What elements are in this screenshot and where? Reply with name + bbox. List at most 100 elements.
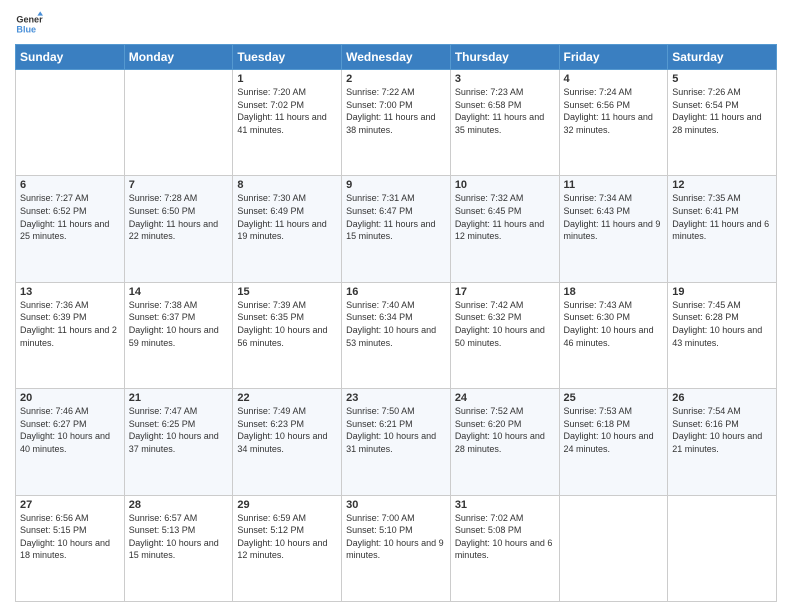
calendar-cell xyxy=(559,495,668,601)
calendar-cell: 29Sunrise: 6:59 AM Sunset: 5:12 PM Dayli… xyxy=(233,495,342,601)
day-info: Sunrise: 7:30 AM Sunset: 6:49 PM Dayligh… xyxy=(237,192,337,242)
calendar-cell: 10Sunrise: 7:32 AM Sunset: 6:45 PM Dayli… xyxy=(450,176,559,282)
calendar-header-row: SundayMondayTuesdayWednesdayThursdayFrid… xyxy=(16,45,777,70)
day-number: 1 xyxy=(237,73,337,85)
day-number: 11 xyxy=(564,179,664,191)
calendar-cell: 18Sunrise: 7:43 AM Sunset: 6:30 PM Dayli… xyxy=(559,282,668,388)
calendar-cell: 13Sunrise: 7:36 AM Sunset: 6:39 PM Dayli… xyxy=(16,282,125,388)
day-number: 12 xyxy=(672,179,772,191)
day-info: Sunrise: 7:20 AM Sunset: 7:02 PM Dayligh… xyxy=(237,86,337,136)
day-info: Sunrise: 7:32 AM Sunset: 6:45 PM Dayligh… xyxy=(455,192,555,242)
day-number: 21 xyxy=(129,392,229,404)
calendar-cell: 31Sunrise: 7:02 AM Sunset: 5:08 PM Dayli… xyxy=(450,495,559,601)
calendar-cell: 6Sunrise: 7:27 AM Sunset: 6:52 PM Daylig… xyxy=(16,176,125,282)
day-number: 25 xyxy=(564,392,664,404)
calendar-cell: 5Sunrise: 7:26 AM Sunset: 6:54 PM Daylig… xyxy=(668,70,777,176)
calendar-cell: 17Sunrise: 7:42 AM Sunset: 6:32 PM Dayli… xyxy=(450,282,559,388)
svg-text:Blue: Blue xyxy=(16,24,36,34)
day-info: Sunrise: 7:49 AM Sunset: 6:23 PM Dayligh… xyxy=(237,405,337,455)
logo-icon: General Blue xyxy=(15,10,43,38)
calendar-week-row: 27Sunrise: 6:56 AM Sunset: 5:15 PM Dayli… xyxy=(16,495,777,601)
day-info: Sunrise: 7:35 AM Sunset: 6:41 PM Dayligh… xyxy=(672,192,772,242)
calendar-cell: 20Sunrise: 7:46 AM Sunset: 6:27 PM Dayli… xyxy=(16,389,125,495)
day-number: 19 xyxy=(672,286,772,298)
calendar-day-header: Thursday xyxy=(450,45,559,70)
day-number: 13 xyxy=(20,286,120,298)
calendar-cell xyxy=(668,495,777,601)
calendar-cell: 14Sunrise: 7:38 AM Sunset: 6:37 PM Dayli… xyxy=(124,282,233,388)
day-number: 29 xyxy=(237,499,337,511)
day-number: 27 xyxy=(20,499,120,511)
calendar-day-header: Friday xyxy=(559,45,668,70)
calendar-cell: 19Sunrise: 7:45 AM Sunset: 6:28 PM Dayli… xyxy=(668,282,777,388)
calendar-cell: 23Sunrise: 7:50 AM Sunset: 6:21 PM Dayli… xyxy=(342,389,451,495)
day-info: Sunrise: 7:38 AM Sunset: 6:37 PM Dayligh… xyxy=(129,299,229,349)
day-info: Sunrise: 7:40 AM Sunset: 6:34 PM Dayligh… xyxy=(346,299,446,349)
calendar-cell: 12Sunrise: 7:35 AM Sunset: 6:41 PM Dayli… xyxy=(668,176,777,282)
day-info: Sunrise: 7:50 AM Sunset: 6:21 PM Dayligh… xyxy=(346,405,446,455)
calendar-cell: 27Sunrise: 6:56 AM Sunset: 5:15 PM Dayli… xyxy=(16,495,125,601)
day-number: 14 xyxy=(129,286,229,298)
calendar-cell: 2Sunrise: 7:22 AM Sunset: 7:00 PM Daylig… xyxy=(342,70,451,176)
calendar-cell: 28Sunrise: 6:57 AM Sunset: 5:13 PM Dayli… xyxy=(124,495,233,601)
day-number: 2 xyxy=(346,73,446,85)
day-info: Sunrise: 7:36 AM Sunset: 6:39 PM Dayligh… xyxy=(20,299,120,349)
day-number: 31 xyxy=(455,499,555,511)
day-info: Sunrise: 7:39 AM Sunset: 6:35 PM Dayligh… xyxy=(237,299,337,349)
day-number: 20 xyxy=(20,392,120,404)
calendar-cell: 8Sunrise: 7:30 AM Sunset: 6:49 PM Daylig… xyxy=(233,176,342,282)
header: General Blue xyxy=(15,10,777,38)
calendar-cell: 30Sunrise: 7:00 AM Sunset: 5:10 PM Dayli… xyxy=(342,495,451,601)
day-number: 17 xyxy=(455,286,555,298)
calendar-cell: 25Sunrise: 7:53 AM Sunset: 6:18 PM Dayli… xyxy=(559,389,668,495)
day-number: 16 xyxy=(346,286,446,298)
calendar-cell: 26Sunrise: 7:54 AM Sunset: 6:16 PM Dayli… xyxy=(668,389,777,495)
day-number: 10 xyxy=(455,179,555,191)
day-info: Sunrise: 7:28 AM Sunset: 6:50 PM Dayligh… xyxy=(129,192,229,242)
day-number: 9 xyxy=(346,179,446,191)
day-info: Sunrise: 7:31 AM Sunset: 6:47 PM Dayligh… xyxy=(346,192,446,242)
day-info: Sunrise: 7:53 AM Sunset: 6:18 PM Dayligh… xyxy=(564,405,664,455)
day-number: 5 xyxy=(672,73,772,85)
day-info: Sunrise: 7:34 AM Sunset: 6:43 PM Dayligh… xyxy=(564,192,664,242)
svg-text:General: General xyxy=(16,15,43,25)
day-info: Sunrise: 7:23 AM Sunset: 6:58 PM Dayligh… xyxy=(455,86,555,136)
day-number: 15 xyxy=(237,286,337,298)
calendar-cell: 11Sunrise: 7:34 AM Sunset: 6:43 PM Dayli… xyxy=(559,176,668,282)
day-info: Sunrise: 7:54 AM Sunset: 6:16 PM Dayligh… xyxy=(672,405,772,455)
day-info: Sunrise: 7:26 AM Sunset: 6:54 PM Dayligh… xyxy=(672,86,772,136)
day-info: Sunrise: 6:59 AM Sunset: 5:12 PM Dayligh… xyxy=(237,512,337,562)
day-info: Sunrise: 7:27 AM Sunset: 6:52 PM Dayligh… xyxy=(20,192,120,242)
calendar-cell: 15Sunrise: 7:39 AM Sunset: 6:35 PM Dayli… xyxy=(233,282,342,388)
calendar-cell: 1Sunrise: 7:20 AM Sunset: 7:02 PM Daylig… xyxy=(233,70,342,176)
calendar-week-row: 13Sunrise: 7:36 AM Sunset: 6:39 PM Dayli… xyxy=(16,282,777,388)
calendar-cell: 21Sunrise: 7:47 AM Sunset: 6:25 PM Dayli… xyxy=(124,389,233,495)
calendar-week-row: 1Sunrise: 7:20 AM Sunset: 7:02 PM Daylig… xyxy=(16,70,777,176)
calendar-cell: 24Sunrise: 7:52 AM Sunset: 6:20 PM Dayli… xyxy=(450,389,559,495)
calendar-cell: 4Sunrise: 7:24 AM Sunset: 6:56 PM Daylig… xyxy=(559,70,668,176)
day-info: Sunrise: 7:24 AM Sunset: 6:56 PM Dayligh… xyxy=(564,86,664,136)
day-info: Sunrise: 7:52 AM Sunset: 6:20 PM Dayligh… xyxy=(455,405,555,455)
calendar-cell: 9Sunrise: 7:31 AM Sunset: 6:47 PM Daylig… xyxy=(342,176,451,282)
calendar-week-row: 6Sunrise: 7:27 AM Sunset: 6:52 PM Daylig… xyxy=(16,176,777,282)
day-info: Sunrise: 7:43 AM Sunset: 6:30 PM Dayligh… xyxy=(564,299,664,349)
day-info: Sunrise: 7:46 AM Sunset: 6:27 PM Dayligh… xyxy=(20,405,120,455)
day-info: Sunrise: 7:22 AM Sunset: 7:00 PM Dayligh… xyxy=(346,86,446,136)
day-number: 4 xyxy=(564,73,664,85)
day-number: 3 xyxy=(455,73,555,85)
calendar-day-header: Wednesday xyxy=(342,45,451,70)
day-number: 26 xyxy=(672,392,772,404)
day-info: Sunrise: 7:47 AM Sunset: 6:25 PM Dayligh… xyxy=(129,405,229,455)
calendar-cell: 22Sunrise: 7:49 AM Sunset: 6:23 PM Dayli… xyxy=(233,389,342,495)
day-info: Sunrise: 6:57 AM Sunset: 5:13 PM Dayligh… xyxy=(129,512,229,562)
calendar-day-header: Tuesday xyxy=(233,45,342,70)
page: General Blue SundayMondayTuesdayWednesda… xyxy=(0,0,792,612)
day-info: Sunrise: 7:45 AM Sunset: 6:28 PM Dayligh… xyxy=(672,299,772,349)
logo: General Blue xyxy=(15,10,43,38)
day-number: 8 xyxy=(237,179,337,191)
day-number: 23 xyxy=(346,392,446,404)
day-number: 24 xyxy=(455,392,555,404)
calendar-day-header: Saturday xyxy=(668,45,777,70)
day-info: Sunrise: 7:02 AM Sunset: 5:08 PM Dayligh… xyxy=(455,512,555,562)
day-number: 18 xyxy=(564,286,664,298)
